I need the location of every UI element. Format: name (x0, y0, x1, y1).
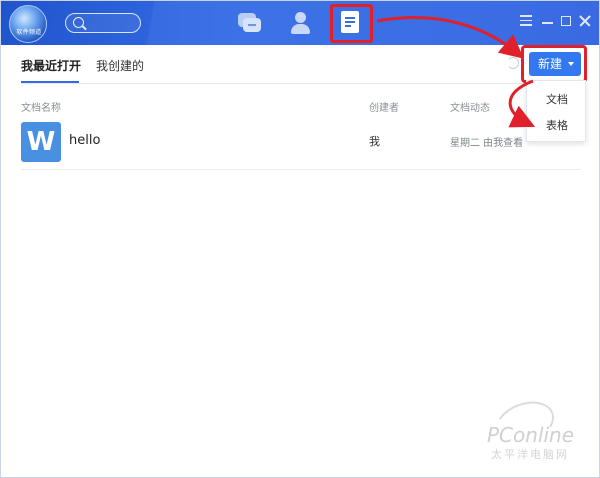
maximize-icon[interactable] (561, 16, 571, 26)
column-header-activity[interactable]: 文档动态 (450, 99, 490, 114)
documents-tab-highlight (330, 4, 373, 43)
column-header-name[interactable]: 文档名称 (21, 99, 61, 114)
minimize-icon[interactable] (542, 22, 553, 24)
refresh-icon[interactable] (507, 57, 519, 69)
watermark: PConline 太平洋电脑网 (469, 393, 589, 465)
watermark-sub: 太平洋电脑网 (491, 448, 569, 461)
app-logo: 软件频道 (9, 5, 47, 43)
title-bar: 软件频道 (1, 1, 599, 45)
logo-label: 软件频道 (16, 29, 42, 36)
new-button-highlight (521, 45, 587, 83)
column-header-creator[interactable]: 创建者 (369, 99, 399, 114)
word-file-icon: W (21, 122, 61, 162)
menu-icon[interactable] (520, 15, 532, 29)
app-window: 软件频道 我最近打开 我创建的 新建 文档 表格 文档名称 创建者 文档动态 W… (0, 0, 600, 478)
close-icon[interactable] (579, 14, 591, 28)
search-box[interactable] (65, 13, 141, 33)
row-divider (21, 169, 581, 170)
menu-item-document[interactable]: 文档 (527, 91, 587, 107)
tab-created[interactable]: 我创建的 (96, 57, 144, 74)
tabs-divider (21, 83, 581, 84)
watermark-brand: PConline (487, 423, 575, 447)
search-icon (73, 17, 84, 28)
file-activity: 星期二 由我查看 (450, 138, 524, 149)
table-row[interactable]: W hello 我 星期二 由我查看 (21, 119, 581, 169)
tab-recent[interactable]: 我最近打开 (21, 57, 81, 74)
chat-icon[interactable] (238, 11, 262, 35)
contacts-icon[interactable] (289, 11, 313, 35)
file-name[interactable]: hello (69, 133, 100, 148)
file-creator: 我 (369, 135, 380, 148)
